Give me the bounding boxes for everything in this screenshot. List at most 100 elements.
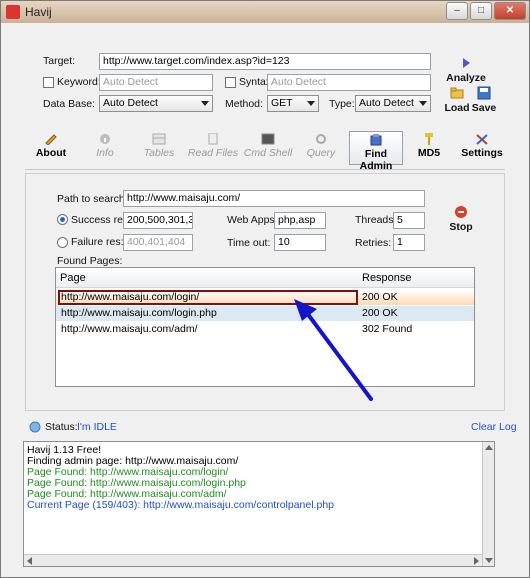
save-label: Save [471, 102, 497, 114]
play-arrow-icon [463, 58, 470, 68]
tab-md5[interactable]: MD5 [415, 131, 443, 165]
chevron-down-icon [201, 101, 209, 106]
tab-md5-label: MD5 [417, 147, 441, 159]
syntax-checkbox[interactable] [225, 77, 236, 88]
tab-find-admin[interactable]: Find Admin [349, 131, 403, 172]
highlight-box [58, 290, 358, 305]
folder-icon [450, 87, 464, 99]
save-button[interactable]: Save [471, 86, 497, 114]
found-pages-table[interactable]: Page Response http://www.maisaju.com/log… [55, 267, 475, 387]
log-line: Current Page (159/403): http://www.maisa… [27, 499, 334, 511]
timeout-label: Time out: [227, 237, 271, 249]
syntax-input[interactable]: Auto Detect [267, 74, 431, 91]
path-input[interactable]: http://www.maisaju.com/ [123, 190, 425, 207]
method-label: Method: [225, 98, 263, 110]
tab-read-files[interactable]: Read Files [187, 131, 239, 165]
tab-about-label: About [35, 147, 67, 159]
table-header: Page Response [56, 268, 474, 288]
type-select[interactable]: Auto Detect [355, 95, 431, 112]
log-output[interactable]: Havij 1.13 Free! Finding admin page: http… [23, 441, 495, 567]
row-response: 302 Found [362, 323, 413, 335]
keyword-label: Keyword: [57, 76, 101, 88]
timeout-input[interactable]: 10 [274, 234, 326, 251]
key-icon [425, 133, 433, 145]
type-select-value: Auto Detect [359, 97, 414, 109]
tab-query[interactable]: Query [303, 131, 339, 165]
method-select-value: GET [271, 97, 293, 109]
success-codes-input[interactable]: 200,500,301,3 [123, 212, 193, 229]
tab-query-label: Query [306, 147, 336, 159]
load-button[interactable]: Load [443, 86, 471, 114]
status-row: Status: I'm IDLE Clear Log [25, 421, 517, 435]
table-row[interactable]: http://www.maisaju.com/login.php 200 OK [56, 306, 474, 321]
floppy-disk-icon [477, 86, 491, 100]
database-label: Data Base: [43, 98, 95, 110]
threads-input[interactable]: 5 [393, 212, 425, 229]
stop-label: Stop [449, 221, 473, 233]
admin-icon [370, 134, 382, 146]
tab-cmd-shell-label: Cmd Shell [243, 147, 293, 159]
chevron-down-icon [419, 101, 427, 106]
tab-tables[interactable]: Tables [139, 131, 179, 165]
column-header-page[interactable]: Page [60, 272, 86, 284]
table-icon [152, 133, 166, 145]
row-page: http://www.maisaju.com/login.php [61, 307, 217, 319]
tab-about[interactable]: About [29, 131, 73, 165]
path-label: Path to search: [57, 193, 128, 205]
target-url-input[interactable]: http://www.target.com/index.asp?id=123 [99, 53, 431, 70]
scroll-up-icon [485, 445, 493, 450]
analyze-button[interactable]: Analyze [445, 56, 487, 84]
found-pages-label: Found Pages: [57, 255, 123, 267]
retries-input[interactable]: 1 [393, 234, 425, 251]
scroll-right-icon [474, 557, 479, 565]
keyword-input[interactable]: Auto Detect [99, 74, 213, 91]
horizontal-scrollbar[interactable] [24, 554, 482, 566]
scroll-left-icon [27, 557, 32, 565]
file-icon [208, 133, 218, 145]
tab-cmd-shell[interactable]: Cmd Shell [243, 131, 293, 165]
webapps-input[interactable]: php,asp [274, 212, 326, 229]
row-response: 200 OK [362, 291, 398, 303]
failure-label: Failure res: [71, 236, 124, 248]
stop-button[interactable]: Stop [445, 205, 477, 233]
terminal-icon [261, 133, 275, 145]
tab-info[interactable]: Info [87, 131, 123, 165]
threads-label: Threads: [355, 214, 397, 226]
success-radio[interactable] [57, 214, 68, 225]
failure-radio[interactable] [57, 237, 68, 248]
tools-icon [476, 134, 488, 145]
query-icon [316, 134, 326, 144]
failure-codes-input[interactable]: 400,401,404 [123, 234, 193, 251]
vertical-scrollbar[interactable] [482, 442, 494, 566]
close-button[interactable]: ✕ [494, 2, 526, 20]
table-row[interactable]: http://www.maisaju.com/login/ 200 OK [56, 290, 474, 305]
tab-read-files-label: Read Files [187, 147, 239, 159]
tab-tables-label: Tables [143, 147, 175, 159]
app-window: Havij – □ ✕ Target: http://www.target.co… [0, 0, 530, 578]
database-select-value: Auto Detect [103, 97, 158, 109]
pencil-icon [45, 134, 57, 145]
chevron-down-icon [307, 101, 315, 106]
clear-log-link[interactable]: Clear Log [471, 421, 517, 433]
method-select[interactable]: GET [267, 95, 319, 112]
retries-label: Retries: [355, 237, 392, 249]
tab-divider [25, 169, 505, 170]
status-icon [29, 421, 41, 433]
table-row[interactable]: http://www.maisaju.com/adm/ 302 Found [56, 322, 474, 337]
database-select[interactable]: Auto Detect [99, 95, 213, 112]
stop-icon [455, 206, 467, 218]
target-label: Target: [43, 55, 76, 67]
column-header-response[interactable]: Response [362, 272, 412, 284]
tab-settings[interactable]: Settings [461, 131, 503, 165]
havij-app-icon [6, 5, 20, 19]
tab-toolbar: About Info Tables Read Files Cmd Shell Q… [27, 131, 507, 172]
analyze-label: Analyze [446, 72, 486, 84]
minimize-button[interactable]: – [446, 2, 468, 20]
tab-settings-label: Settings [461, 147, 503, 159]
maximize-button[interactable]: □ [470, 2, 492, 20]
load-label: Load [444, 102, 470, 114]
row-response: 200 OK [362, 307, 398, 319]
keyword-checkbox[interactable] [43, 77, 54, 88]
status-label: Status: [45, 421, 78, 433]
title-bar: Havij – □ ✕ [1, 1, 529, 23]
